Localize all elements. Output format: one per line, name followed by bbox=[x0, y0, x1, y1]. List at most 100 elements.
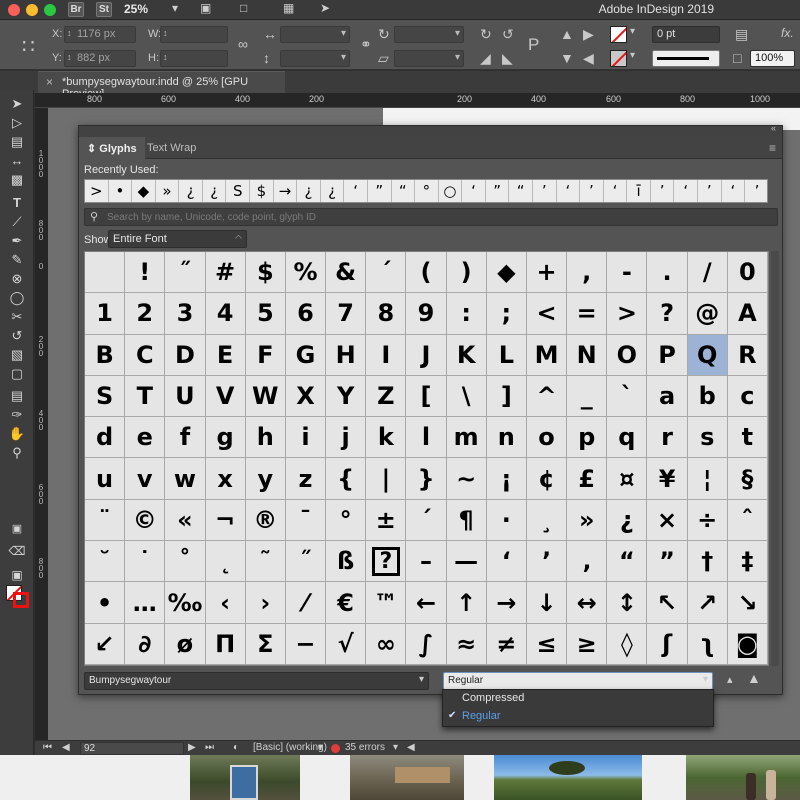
glyph-cell[interactable]: B bbox=[85, 334, 126, 376]
glyph-cell[interactable]: , bbox=[567, 252, 608, 294]
glyph-cell[interactable]: ] bbox=[486, 375, 527, 418]
recent-glyph-cell[interactable]: ¿ bbox=[179, 180, 203, 202]
glyph-cell[interactable]: ‘ bbox=[486, 541, 527, 583]
glyph-cell[interactable]: × bbox=[647, 499, 688, 542]
recent-glyph-cell[interactable]: $ bbox=[250, 180, 274, 202]
glyph-cell[interactable]: G bbox=[285, 334, 327, 376]
paragraph-direction-icon[interactable]: P bbox=[528, 35, 539, 55]
flip-vertical-icon[interactable]: ◣ bbox=[502, 50, 513, 67]
photo-thumbnail[interactable] bbox=[686, 755, 800, 800]
glyph-cell[interactable]: d bbox=[85, 417, 126, 459]
glyph-cell[interactable]: ≥ bbox=[567, 623, 608, 665]
scissors-tool-icon[interactable]: ✂ bbox=[7, 308, 27, 326]
first-page-icon[interactable]: ⏮ bbox=[43, 742, 52, 753]
glyph-cell[interactable]: « bbox=[165, 499, 206, 542]
glyph-cell[interactable]: C bbox=[125, 334, 166, 376]
glyph-cell[interactable]: ´ bbox=[406, 499, 447, 542]
glyph-cell[interactable]: W bbox=[245, 375, 286, 418]
recent-glyph-cell[interactable]: ‘ bbox=[604, 180, 628, 202]
glyph-cell[interactable]: ß bbox=[326, 541, 367, 583]
formatting-container-icon[interactable]: ▣ bbox=[7, 520, 27, 538]
glyph-cell[interactable]: “ bbox=[607, 541, 648, 583]
glyph-cell[interactable]: ¤ bbox=[607, 458, 648, 500]
glyph-cell[interactable]: > bbox=[607, 293, 648, 335]
constrain-proportions-icon[interactable]: ∞ bbox=[238, 36, 248, 52]
glyph-cell[interactable]: ¥ bbox=[647, 458, 688, 500]
glyph-cell[interactable]: ™ bbox=[366, 582, 407, 624]
glyph-cell[interactable]: < bbox=[526, 293, 568, 335]
glyph-cell[interactable]: N bbox=[567, 334, 608, 376]
glyph-cell[interactable]: X bbox=[285, 375, 327, 418]
glyph-search-input[interactable]: ⚲ Search by name, Unicode, code point, g… bbox=[84, 208, 778, 226]
recent-glyph-cell[interactable]: ° bbox=[415, 180, 439, 202]
glyph-cell[interactable]: ~ bbox=[446, 458, 487, 500]
hand-tool-icon[interactable]: ✋ bbox=[7, 425, 27, 443]
glyph-cell[interactable]: ˆ bbox=[727, 499, 768, 542]
glyph-cell[interactable]: T bbox=[125, 375, 166, 418]
content-collector-icon[interactable]: ▩ bbox=[7, 171, 27, 189]
glyph-cell[interactable]: r bbox=[647, 417, 688, 459]
glyph-cell[interactable]: l bbox=[406, 417, 447, 459]
stroke-weight-field[interactable]: 0 pt bbox=[652, 26, 720, 43]
glyph-cell[interactable]: ? bbox=[647, 293, 688, 335]
glyph-cell[interactable]: ® bbox=[245, 499, 286, 542]
glyph-cell[interactable]: K bbox=[446, 334, 487, 376]
glyph-cell[interactable]: k bbox=[366, 417, 407, 459]
chevron-down-icon[interactable]: ▾ bbox=[318, 742, 323, 753]
glyph-cell[interactable]: · bbox=[486, 499, 527, 542]
glyph-cell[interactable]: : bbox=[446, 293, 487, 335]
glyph-cell[interactable]: ø bbox=[165, 623, 206, 665]
glyph-cell[interactable]: ) bbox=[446, 252, 487, 294]
glyph-cell[interactable]: † bbox=[687, 541, 728, 583]
glyph-cell[interactable]: ^ bbox=[526, 375, 568, 418]
recent-glyph-cell[interactable]: ¿ bbox=[321, 180, 345, 202]
recent-glyph-cell[interactable]: ‘ bbox=[674, 180, 699, 202]
glyph-cell[interactable]: y bbox=[245, 458, 286, 500]
glyph-cell[interactable]: − bbox=[285, 623, 327, 665]
chevron-down-icon[interactable]: ▾ bbox=[172, 1, 178, 15]
glyph-cell[interactable]: ≠ bbox=[486, 623, 527, 665]
glyph-cell[interactable]: e bbox=[125, 417, 166, 459]
bridge-button[interactable]: Br bbox=[68, 2, 84, 17]
glyph-cell[interactable]: Y bbox=[326, 375, 367, 418]
gradient-feather-tool-icon[interactable]: ▢ bbox=[7, 365, 27, 383]
photo-thumbnail[interactable] bbox=[190, 755, 300, 800]
glyph-cell[interactable]: £ bbox=[567, 458, 608, 500]
glyph-cell[interactable]: \ bbox=[446, 375, 487, 418]
glyph-cell[interactable]: o bbox=[526, 417, 568, 459]
glyph-cell[interactable]: → bbox=[486, 582, 527, 624]
rotate-ccw-icon[interactable]: ↺ bbox=[502, 26, 514, 43]
glyph-cell[interactable]: f bbox=[165, 417, 206, 459]
glyph-cell[interactable]: c bbox=[727, 375, 768, 418]
glyph-cell[interactable]: ˜ bbox=[245, 541, 286, 583]
glyph-cell[interactable]: x bbox=[205, 458, 246, 500]
glyph-cell[interactable]: 8 bbox=[366, 293, 407, 335]
glyph-cell[interactable]: 3 bbox=[165, 293, 206, 335]
shear-dropdown[interactable] bbox=[394, 50, 464, 67]
glyph-cell[interactable]: ¶ bbox=[446, 499, 487, 542]
glyph-cell[interactable]: ¿ bbox=[607, 499, 648, 542]
glyph-cell[interactable]: 1 bbox=[85, 293, 126, 335]
glyph-cell[interactable]: + bbox=[526, 252, 568, 294]
glyph-cell[interactable]: ↓ bbox=[526, 582, 568, 624]
glyph-cell[interactable]: √ bbox=[326, 623, 367, 665]
recent-glyph-cell[interactable]: ¿ bbox=[297, 180, 321, 202]
glyph-cell[interactable]: ∫ bbox=[406, 623, 447, 665]
glyph-cell[interactable]: ≈ bbox=[446, 623, 487, 665]
glyph-cell[interactable]: ¬ bbox=[205, 499, 246, 542]
glyph-cell[interactable]: ≤ bbox=[526, 623, 568, 665]
glyph-cell[interactable]: — bbox=[446, 541, 487, 583]
link-icon[interactable]: ⚭ bbox=[360, 36, 372, 53]
chevron-down-icon[interactable]: ▾ bbox=[630, 26, 635, 37]
recent-glyph-cell[interactable]: ’ bbox=[651, 180, 675, 202]
glyph-cell[interactable]: € bbox=[326, 582, 367, 624]
glyph-cell[interactable]: … bbox=[125, 582, 166, 624]
tab-text-wrap[interactable]: Text Wrap bbox=[139, 137, 204, 159]
glyph-cell[interactable]: z bbox=[285, 458, 327, 500]
glyph-cell[interactable]: ↗ bbox=[687, 582, 728, 624]
recent-glyph-cell[interactable]: • bbox=[109, 180, 133, 202]
glyph-cell[interactable]: 6 bbox=[285, 293, 327, 335]
recent-glyph-cell[interactable]: ī bbox=[627, 180, 651, 202]
glyph-cell[interactable]: @ bbox=[687, 293, 728, 335]
glyph-cell[interactable]: ‰ bbox=[165, 582, 206, 624]
